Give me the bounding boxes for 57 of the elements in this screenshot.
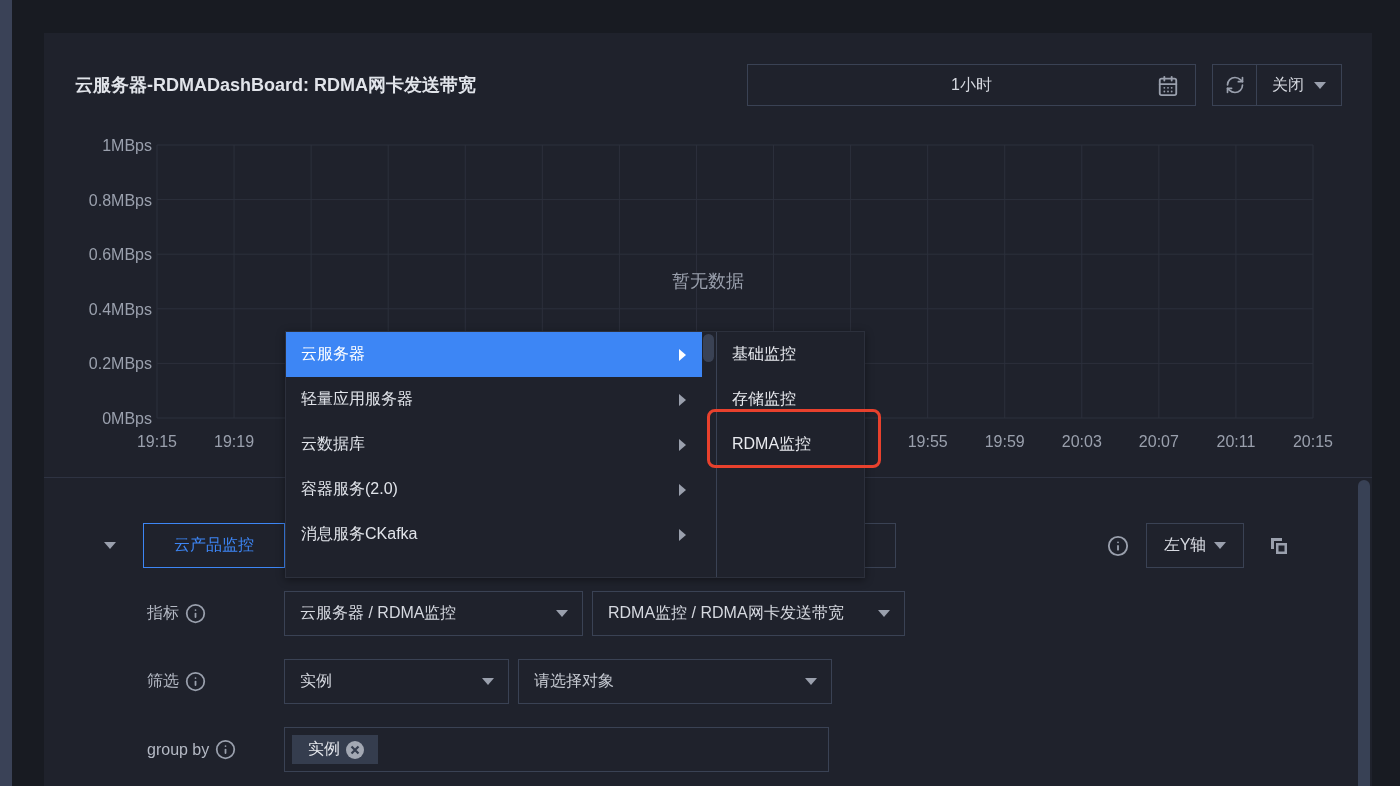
y-axis-label: 0.6MBps [88,246,152,264]
x-axis-label: 20:07 [1138,433,1179,450]
chevron-right-icon [679,393,686,406]
menu-item[interactable]: 轻量应用服务器 [286,377,702,422]
x-axis-label: 19:19 [214,433,255,450]
tag-input-field[interactable]: 实例 [284,727,829,772]
field-label: 指标 [147,603,179,623]
caret-icon [482,678,494,685]
info-icon[interactable] [185,671,206,692]
dropdown-select[interactable]: 实例 [284,659,509,704]
chevron-right-icon [679,348,686,361]
axis-select[interactable]: 左Y轴 [1146,523,1244,568]
copy-icon[interactable] [1270,536,1288,555]
chevron-right-icon [679,528,686,541]
dropdown-select[interactable]: RDMA监控 / RDMA网卡发送带宽 [592,591,905,636]
x-axis-label: 19:59 [984,433,1025,450]
time-range-picker[interactable]: 1小时 [747,64,1196,106]
dropdown-select[interactable]: 云服务器 / RDMA监控 [284,591,583,636]
no-data-text: 暂无数据 [672,271,744,291]
x-axis-label: 20:15 [1293,433,1333,450]
chevron-right-icon [679,438,686,451]
scrollbar-thumb[interactable] [1358,480,1370,786]
scrollbar-thumb[interactable] [703,334,714,362]
x-axis-label: 19:55 [907,433,948,450]
menu-item[interactable]: 消息服务CKafka [286,512,702,557]
source-tab[interactable]: 云产品监控 [143,523,285,568]
menu-item[interactable]: 云数据库 [286,422,702,467]
info-icon[interactable] [215,739,237,760]
y-axis-label: 0.2MBps [88,355,152,373]
caret-icon [878,610,890,617]
tag: 实例 [292,735,378,764]
caret-icon [1214,542,1227,549]
caret-icon [805,678,817,685]
y-axis-label: 0MBps [102,410,152,427]
submenu-item[interactable]: 基础监控 [717,332,864,377]
caret-icon [556,610,568,617]
menu-item[interactable]: 云服务器 [286,332,702,377]
y-axis-label: 0.4MBps [88,300,152,318]
calendar-icon [1157,75,1179,97]
menu-item[interactable]: 容器服务(2.0) [286,467,702,512]
dropdown-select[interactable]: 请选择对象 [518,659,832,704]
y-axis-label: 0.8MBps [88,191,152,209]
info-icon[interactable] [185,603,206,624]
panel-title: 云服务器-RDMADashBoard: RDMA网卡发送带宽 [75,74,477,97]
chevron-right-icon [679,483,686,496]
x-axis-label: 20:11 [1216,433,1256,450]
x-axis-label: 20:03 [1061,433,1102,450]
y-axis-label: 1MBps [102,137,152,154]
field-label: group by [147,740,210,759]
field-label: 筛选 [147,671,179,691]
submenu-item[interactable]: RDMA监控 [717,422,864,467]
x-axis-label: 19:15 [137,433,177,450]
refresh-icon [1224,75,1245,95]
info-icon[interactable] [1107,534,1129,557]
submenu-item[interactable]: 存储监控 [717,377,864,422]
close-icon[interactable] [346,740,364,759]
caret-icon [1314,81,1326,89]
